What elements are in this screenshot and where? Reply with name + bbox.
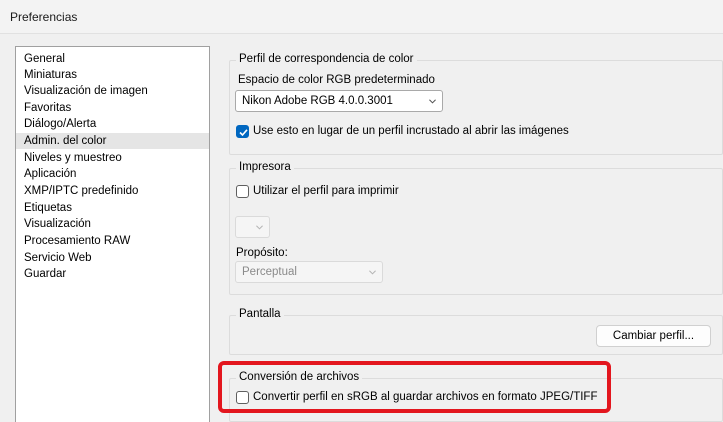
color-profile-legend: Perfil de correspondencia de color (236, 53, 417, 65)
category-item-visualizacion-imagen[interactable]: Visualización de imagen (16, 83, 209, 99)
category-item-niveles[interactable]: Niveles y muestreo (16, 150, 209, 166)
purpose-label: Propósito: (236, 247, 288, 259)
category-item-aplicacion[interactable]: Aplicación (16, 166, 209, 182)
category-item-visualizacion[interactable]: Visualización (16, 216, 209, 232)
category-item-xmp-iptc[interactable]: XMP/IPTC predefinido (16, 183, 209, 199)
category-item-etiquetas[interactable]: Etiquetas (16, 200, 209, 216)
change-profile-button[interactable]: Cambiar perfil... (596, 325, 711, 347)
category-list[interactable]: General Miniaturas Visualización de imag… (15, 46, 210, 422)
printer-legend: Impresora (236, 161, 294, 173)
category-item-servicio-web[interactable]: Servicio Web (16, 250, 209, 266)
category-item-procesamiento-raw[interactable]: Procesamiento RAW (16, 233, 209, 249)
rgb-space-value: Nikon Adobe RGB 4.0.0.3001 (242, 95, 393, 107)
display-legend: Pantalla (236, 308, 284, 320)
print-profile-select[interactable] (235, 216, 270, 238)
checkmark-icon (239, 129, 248, 137)
chevron-down-icon (256, 225, 263, 230)
use-profile-print-checkbox[interactable] (236, 185, 249, 198)
rgb-space-label: Espacio de color RGB predeterminado (238, 74, 435, 86)
category-item-guardar[interactable]: Guardar (16, 266, 209, 282)
category-item-dialogo-alerta[interactable]: Diálogo/Alerta (16, 116, 209, 132)
use-instead-label: Use esto en lugar de un perfil incrustad… (253, 125, 569, 137)
use-profile-print-label: Utilizar el perfil para imprimir (253, 185, 399, 197)
window-title: Preferencias (10, 10, 78, 24)
purpose-select[interactable]: Perceptual (235, 261, 383, 283)
use-instead-checkbox[interactable] (236, 125, 249, 138)
rgb-space-select[interactable]: Nikon Adobe RGB 4.0.0.3001 (235, 90, 443, 112)
category-item-favoritas[interactable]: Favoritas (16, 100, 209, 116)
purpose-value: Perceptual (242, 266, 297, 278)
category-item-miniaturas[interactable]: Miniaturas (16, 67, 209, 83)
chevron-down-icon (429, 99, 436, 104)
category-item-general[interactable]: General (16, 51, 209, 67)
chevron-down-icon (369, 270, 376, 275)
title-bar: Preferencias (0, 0, 723, 34)
highlight-frame (218, 361, 611, 413)
category-item-admin-color[interactable]: Admin. del color (16, 133, 209, 149)
